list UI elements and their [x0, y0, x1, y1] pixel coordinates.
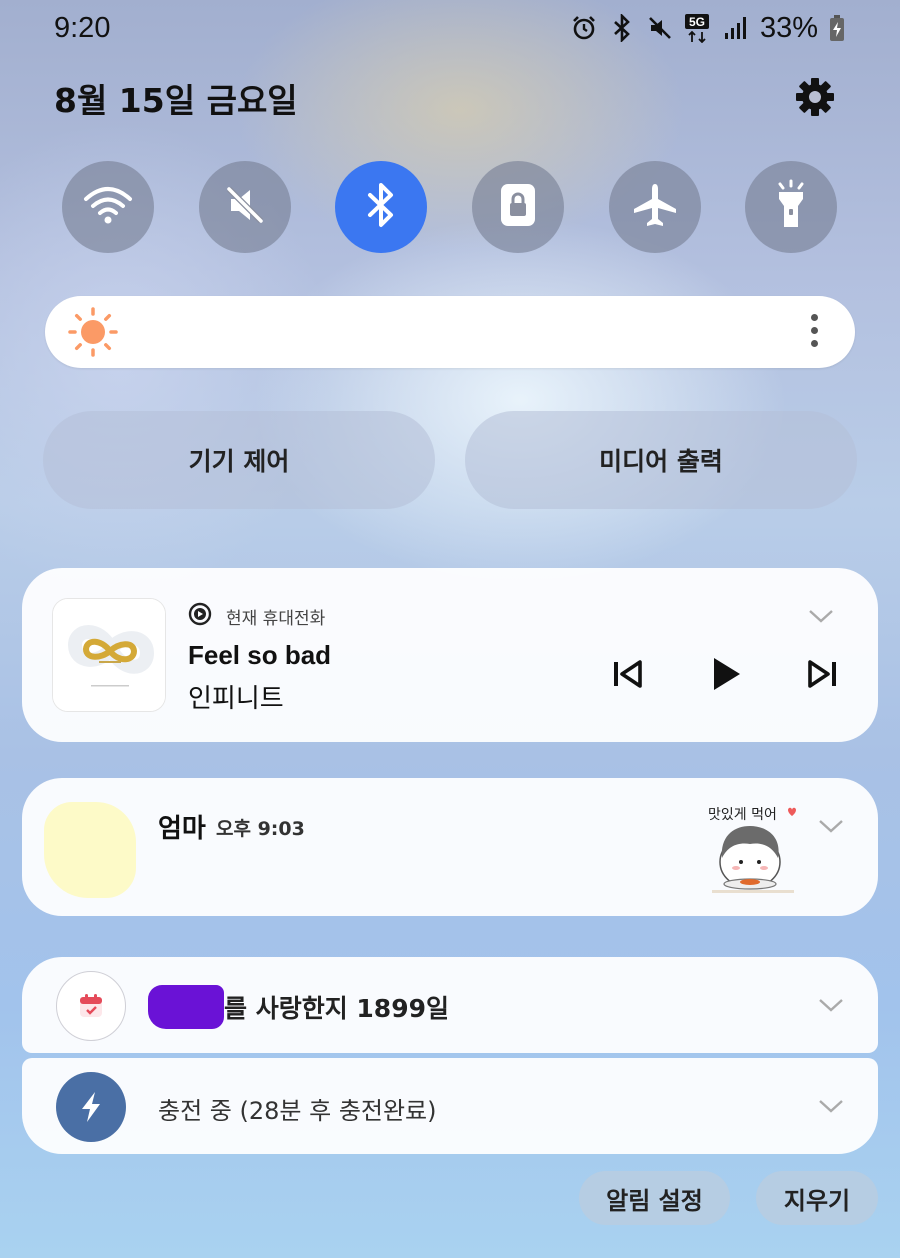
clear-button[interactable]: 지우기 — [756, 1171, 878, 1225]
lightning-icon — [56, 1072, 126, 1142]
media-source-label: 현재 휴대전화 — [226, 609, 326, 629]
rotation-lock-toggle[interactable] — [472, 161, 564, 253]
play-icon[interactable] — [706, 654, 746, 694]
flashlight-icon — [771, 179, 811, 235]
charging-notification[interactable]: 충전 중 (28분 후 충전완료) — [22, 1058, 878, 1154]
chevron-down-icon[interactable] — [818, 1098, 844, 1114]
quick-settings-row — [0, 161, 900, 253]
bluetooth-icon — [365, 181, 397, 233]
wifi-toggle[interactable] — [62, 161, 154, 253]
date-label: 8월 15일 금요일 — [54, 81, 298, 120]
notification-settings-button[interactable]: 알림 설정 — [579, 1171, 730, 1225]
media-source: 현재 휴대전화 — [188, 602, 325, 631]
signal-icon — [722, 14, 750, 42]
avatar — [44, 802, 136, 898]
gear-icon[interactable] — [794, 76, 836, 118]
battery-charging-icon — [828, 14, 846, 42]
media-title: Feel so bad — [188, 640, 332, 670]
status-icons: 5G 33% — [570, 10, 846, 46]
media-player-card[interactable]: 현재 휴대전화 Feel so bad 인피니트 — [22, 568, 878, 742]
sun-icon — [67, 306, 119, 358]
5g-label: 5G — [689, 15, 705, 29]
mute-icon — [646, 14, 674, 42]
message-time: 오후 9:03 — [216, 818, 305, 840]
bluetooth-toggle[interactable] — [335, 161, 427, 253]
chevron-down-icon[interactable] — [818, 997, 844, 1013]
redacted-name — [148, 985, 224, 1029]
more-vertical-icon[interactable] — [809, 314, 819, 352]
message-notification[interactable]: 엄마 오후 9:03 맛있게 먹어 — [22, 778, 878, 916]
status-bar: 9:20 5G 33% — [0, 0, 900, 58]
chevron-down-icon[interactable] — [818, 818, 844, 834]
battery-percent: 33% — [759, 11, 818, 44]
anniversary-notification[interactable]: 를 사랑한지 1899일 — [22, 957, 878, 1053]
airplane-icon — [630, 180, 680, 234]
airplane-toggle[interactable] — [609, 161, 701, 253]
next-icon[interactable] — [804, 656, 840, 692]
lock-icon — [498, 181, 538, 233]
sticker-image: 맛있게 먹어 — [702, 802, 802, 898]
status-time: 9:20 — [54, 12, 111, 44]
bluetooth-icon — [608, 14, 636, 42]
calendar-heart-icon — [56, 971, 126, 1041]
alarm-icon — [570, 14, 598, 42]
album-art — [52, 598, 166, 712]
wifi-icon — [82, 185, 134, 229]
brightness-slider[interactable] — [45, 296, 855, 368]
anniversary-text: 를 사랑한지 1899일 — [224, 994, 449, 1023]
chevron-down-icon[interactable] — [808, 608, 834, 624]
message-sender: 엄마 — [158, 814, 206, 844]
device-control-button[interactable]: 기기 제어 — [43, 411, 435, 509]
media-artist: 인피니트 — [188, 684, 284, 714]
flashlight-toggle[interactable] — [745, 161, 837, 253]
charging-text: 충전 중 (28분 후 충전완료) — [158, 1097, 437, 1125]
sound-toggle[interactable] — [199, 161, 291, 253]
previous-icon[interactable] — [610, 656, 646, 692]
media-output-button[interactable]: 미디어 출력 — [465, 411, 857, 509]
mute-icon — [223, 183, 267, 231]
5g-data-icon: 5G — [684, 14, 712, 43]
play-circle-icon — [188, 602, 212, 631]
